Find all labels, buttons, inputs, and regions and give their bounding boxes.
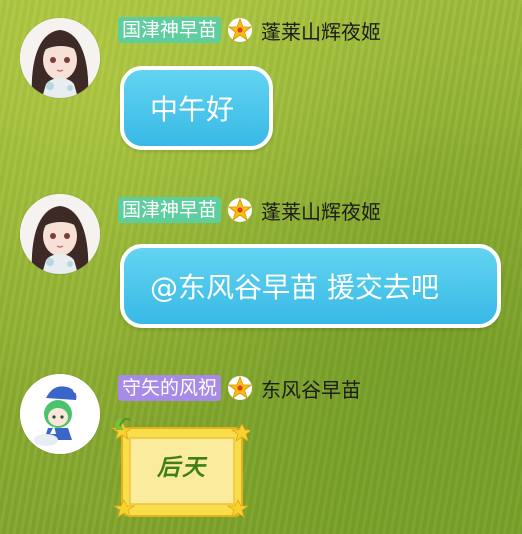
- anime-girl-avatar-icon: [20, 18, 100, 98]
- chat-message: 国津神早苗 蓬莱山辉夜姬 @东风谷早苗 援交去吧: [0, 176, 522, 336]
- message-header: 国津神早苗 蓬莱山辉夜姬: [118, 196, 381, 224]
- title-badge: 国津神早苗: [118, 197, 222, 223]
- star-icon: [227, 197, 253, 222]
- user-avatar[interactable]: [20, 18, 100, 98]
- message-header: 国津神早苗 蓬莱山辉夜姬: [118, 16, 381, 44]
- chibi-avatar-icon: [20, 374, 100, 454]
- sticker-message[interactable]: 后天: [110, 414, 250, 522]
- chat-message: 守矢的风祝 东风谷早苗: [0, 356, 522, 534]
- message-bubble[interactable]: 中午好: [120, 66, 273, 150]
- sticker-text: 后天: [157, 454, 207, 481]
- username[interactable]: 蓬莱山辉夜姬: [261, 196, 381, 225]
- message-header: 守矢的风祝 东风谷早苗: [118, 374, 361, 402]
- message-bubble[interactable]: @东风谷早苗 援交去吧: [120, 244, 501, 328]
- title-badge: 守矢的风祝: [118, 375, 222, 401]
- username[interactable]: 东风谷早苗: [261, 374, 361, 403]
- message-text: 中午好: [150, 93, 235, 126]
- username[interactable]: 蓬莱山辉夜姬: [261, 16, 381, 45]
- message-text: @东风谷早苗 援交去吧: [150, 271, 439, 304]
- title-badge: 国津神早苗: [118, 17, 222, 43]
- star-icon: [227, 375, 253, 400]
- user-avatar[interactable]: [20, 194, 100, 274]
- star-icon: [227, 17, 253, 42]
- anime-girl-avatar-icon: [20, 194, 100, 274]
- chat-message: 国津神早苗 蓬莱山辉夜姬 中午好: [0, 0, 522, 160]
- user-avatar[interactable]: [20, 374, 100, 454]
